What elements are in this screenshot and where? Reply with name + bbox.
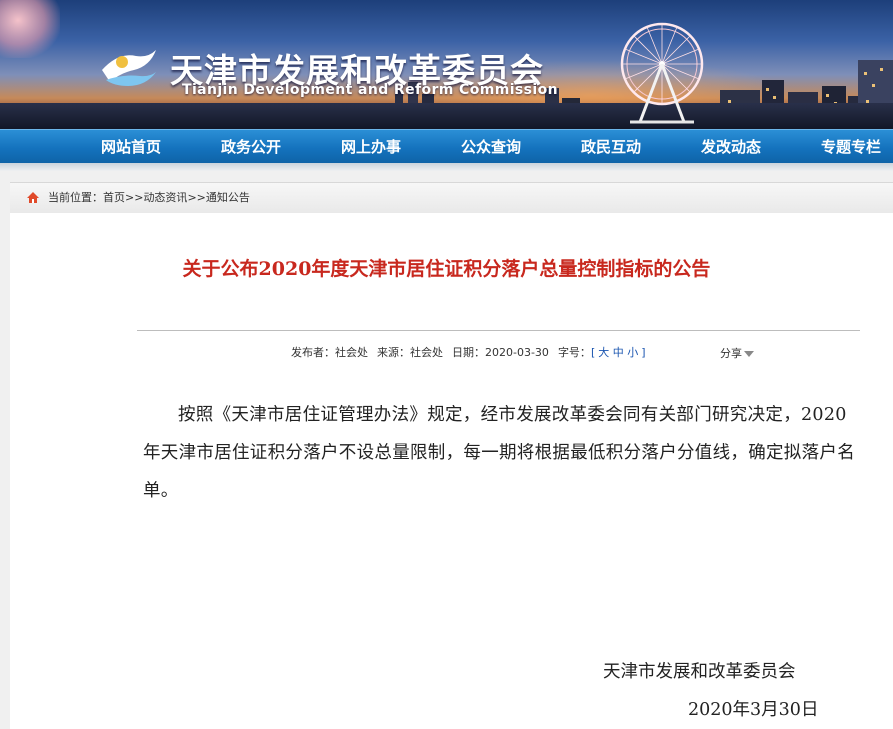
title-divider [137, 330, 860, 331]
breadcrumb-separator: >> [125, 191, 144, 204]
font-size-large-link[interactable]: 大 [598, 346, 609, 359]
nav-shadow [0, 163, 893, 171]
header-banner: 天津市发展和改革委员会 Tianjin Development and Refo… [0, 0, 893, 129]
breadcrumb-home-link[interactable]: 首页 [103, 191, 125, 204]
share-label: 分享 [720, 347, 742, 360]
article-title: 关于公布2020年度天津市居住证积分落户总量控制指标的公告 [182, 258, 711, 280]
breadcrumb-prefix: 当前位置： [48, 191, 103, 204]
breadcrumb: 当前位置：首页>>动态资讯>>通知公告 [10, 182, 893, 214]
chevron-down-icon [744, 351, 754, 357]
breadcrumb-trail: 当前位置：首页>>动态资讯>>通知公告 [48, 189, 250, 205]
date-value: 2020-03-30 [485, 346, 549, 359]
breadcrumb-news-link[interactable]: 动态资讯 [143, 191, 187, 204]
publisher-info: 发布者：社会处 [291, 346, 368, 359]
article-body: 按照《天津市居住证管理办法》规定，经市发展改革委会同有关部门研究决定，2020年… [143, 405, 855, 501]
nav-item-news[interactable]: 发改动态 [701, 130, 761, 164]
nav-item-government-affairs[interactable]: 政务公开 [221, 130, 281, 164]
font-size-options: [大 中 小] [591, 346, 646, 359]
breadcrumb-separator: >> [187, 191, 206, 204]
nav-item-interaction[interactable]: 政民互动 [581, 130, 641, 164]
home-icon [27, 192, 39, 203]
site-subtitle: Tianjin Development and Reform Commissio… [182, 82, 558, 98]
river-water [0, 103, 893, 129]
font-size-label: 字号： [557, 346, 591, 359]
signature-date: 2020年3月30日 [688, 700, 819, 720]
corner-watermark [0, 0, 60, 58]
source-info: 来源：社会处 [377, 346, 443, 359]
publisher-value: 社会处 [335, 346, 368, 359]
breadcrumb-notices-link[interactable]: 通知公告 [206, 191, 250, 204]
nav-item-public-query[interactable]: 公众查询 [461, 130, 521, 164]
nav-item-special-topics[interactable]: 专题专栏 [821, 130, 881, 164]
ndrc-logo-icon [102, 50, 156, 86]
ferris-wheel-image [620, 22, 704, 124]
publisher-label: 发布者： [291, 346, 335, 359]
font-size-bracket-open: [ [590, 346, 596, 359]
date-label: 日期： [452, 346, 485, 359]
font-size-medium-link[interactable]: 中 [613, 346, 624, 359]
article-meta: 发布者：社会处 来源：社会处 日期：2020-03-30 字号：[大 中 小] [291, 344, 655, 360]
source-value: 社会处 [410, 346, 443, 359]
font-size-control: 字号：[大 中 小] [558, 346, 646, 359]
signature-organization: 天津市发展和改革委员会 [603, 662, 796, 682]
nav-item-online-services[interactable]: 网上办事 [341, 130, 401, 164]
font-size-bracket-close: ] [641, 346, 646, 359]
font-size-small-link[interactable]: 小 [627, 346, 638, 359]
main-nav: 网站首页 政务公开 网上办事 公众查询 政民互动 发改动态 专题专栏 [0, 129, 893, 164]
source-label: 来源： [377, 346, 410, 359]
share-button[interactable]: 分享 [720, 345, 754, 361]
date-info: 日期：2020-03-30 [452, 346, 549, 359]
nav-item-home[interactable]: 网站首页 [101, 130, 161, 164]
